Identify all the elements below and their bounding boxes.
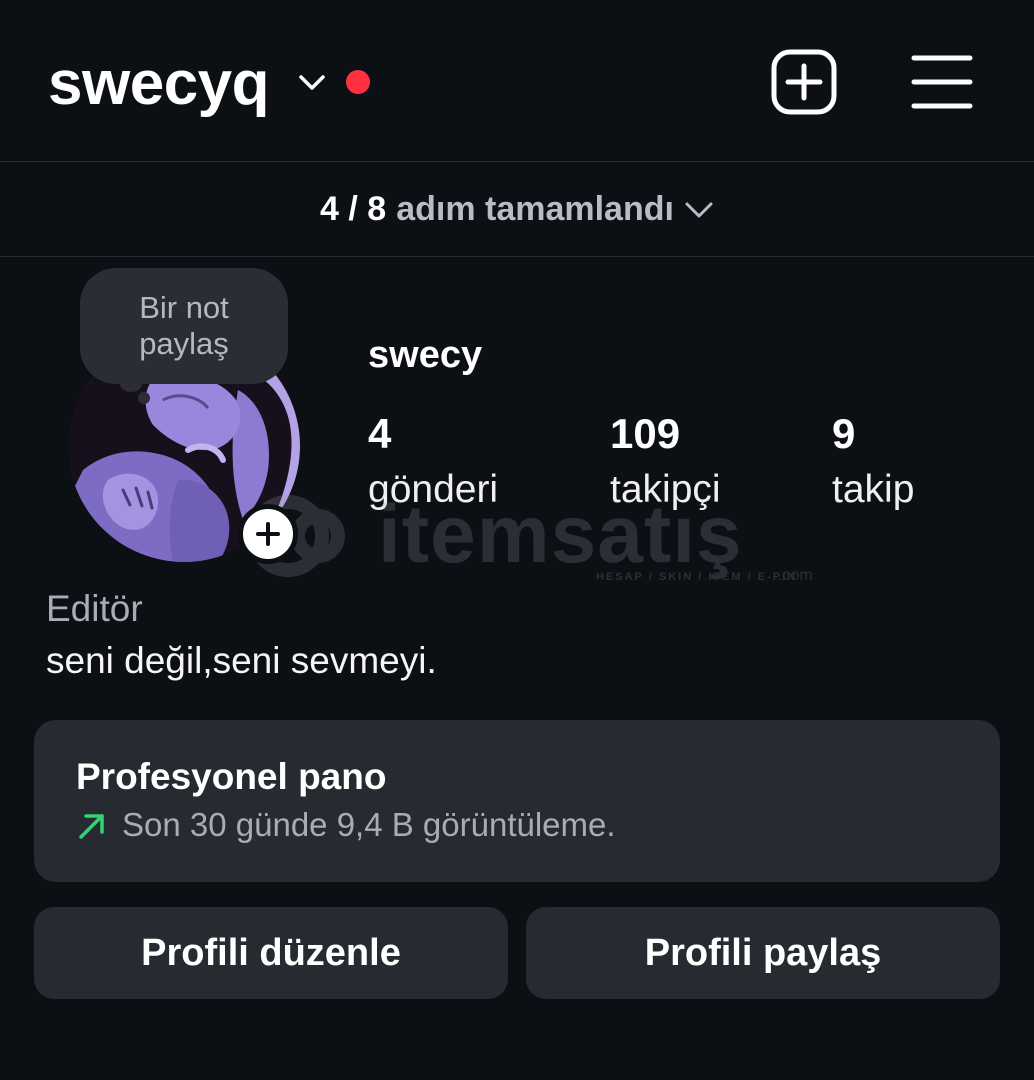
display-name: swecy (368, 334, 483, 376)
chevron-down-icon[interactable] (296, 66, 328, 98)
note-line-1: Bir not (139, 290, 229, 325)
trend-up-arrow-icon (79, 814, 104, 839)
stat-following[interactable]: 9 takip (832, 410, 914, 514)
stat-followers[interactable]: 109 takipçi (610, 410, 721, 514)
top-bar: swecyq (0, 0, 1034, 162)
create-post-icon[interactable] (770, 48, 838, 116)
steps-count: 4 / 8 (320, 190, 387, 228)
menu-icon[interactable] (910, 52, 974, 112)
stat-posts-value: 4 (368, 410, 392, 457)
note-bubble-tail-small (138, 392, 150, 404)
add-story-button[interactable] (238, 504, 298, 564)
chevron-down-icon (685, 202, 713, 217)
note-line-2: paylaş (139, 326, 229, 361)
plus-icon (256, 522, 280, 546)
watermark-tagline: HESAP / SKIN / ITEM / E-PIN (596, 571, 797, 583)
profile-bio: seni değil,seni sevmeyi. (46, 640, 437, 681)
watermark-logo: itemsatış HESAP / SKIN / ITEM / E-PIN .c… (247, 490, 813, 584)
notification-dot (346, 70, 370, 94)
account-username[interactable]: swecyq (48, 48, 270, 120)
stat-posts[interactable]: 4 gönderi (368, 410, 498, 514)
onboarding-steps[interactable]: 4 / 8 adım tamamlandı (0, 163, 1034, 257)
stat-followers-label: takipçi (610, 468, 721, 511)
steps-label: adım tamamlandı (396, 190, 674, 228)
note-bubble-tail (120, 376, 142, 392)
dashboard-subtitle: Son 30 günde 9,4 B görüntüleme. (122, 806, 616, 843)
stat-following-label: takip (832, 468, 915, 511)
share-profile-button[interactable]: Profili paylaş (526, 907, 1000, 999)
edit-profile-button[interactable]: Profili düzenle (34, 907, 508, 999)
watermark-suffix: .com (778, 567, 813, 584)
stat-following-value: 9 (832, 410, 856, 457)
stat-followers-value: 109 (610, 410, 681, 457)
stat-posts-label: gönderi (368, 468, 499, 511)
profile-category: Editör (46, 588, 143, 629)
professional-dashboard-card[interactable]: Profesyonel pano Son 30 günde 9,4 B görü… (34, 720, 1000, 882)
note-bubble[interactable]: Bir not paylaş (80, 268, 288, 384)
dashboard-title: Profesyonel pano (76, 756, 387, 797)
